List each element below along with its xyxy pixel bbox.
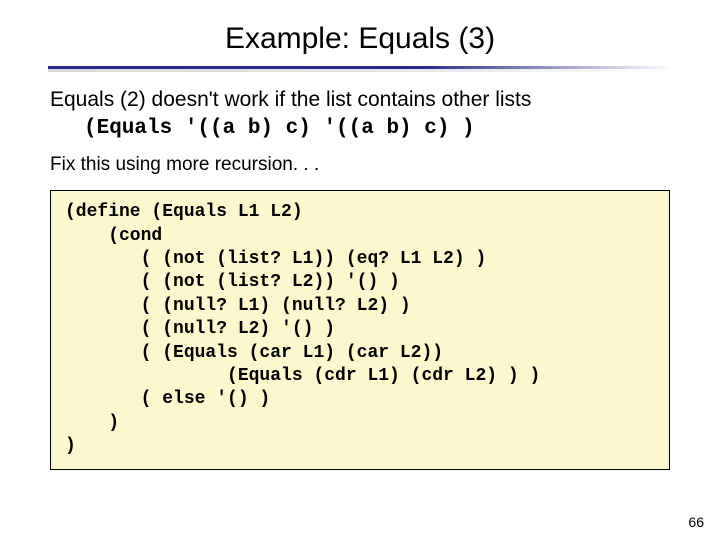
lead-code: (Equals '((a b) c) '((a b) c) ) [84,117,670,140]
title-underline [48,66,672,69]
slide: Example: Equals (3) Equals (2) doesn't w… [0,0,720,540]
lead-text: Equals (2) doesn't work if the list cont… [50,87,670,113]
slide-body: Equals (2) doesn't work if the list cont… [0,87,720,470]
page-number: 66 [688,514,704,530]
fix-text: Fix this using more recursion. . . [50,154,670,176]
slide-title: Example: Equals (3) [0,0,720,66]
code-block: (define (Equals L1 L2) (cond ( (not (lis… [50,190,670,469]
